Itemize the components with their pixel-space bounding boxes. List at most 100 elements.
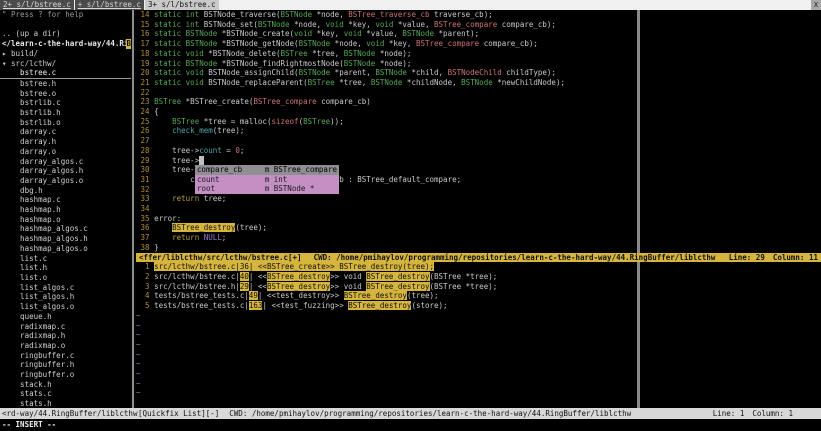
code-text: BSTree — [172, 117, 199, 126]
quickfix-row-2[interactable]: 2 src/lcthw/bstree.c|40| <<BSTree_destro… — [136, 272, 821, 282]
code-text: void — [344, 29, 362, 38]
tree-item[interactable]: list.o — [0, 273, 131, 283]
code-line-20[interactable]: 20 static void BSTNode_assignChild(BSTNo… — [136, 68, 821, 78]
tree-item[interactable]: darray.h — [0, 137, 131, 147]
tree-item[interactable]: list_algos.o — [0, 302, 131, 312]
code-text: BSTree — [281, 49, 308, 58]
tree-item[interactable]: dbg.h — [0, 186, 131, 196]
tree-item[interactable]: radixmap.h — [0, 331, 131, 341]
code-text: *BSTNode_findRightmostNode( — [217, 59, 343, 68]
tree-item[interactable]: bstrlib.c — [0, 98, 131, 108]
tree-item[interactable]: hashmap.h — [0, 205, 131, 215]
tree-item[interactable]: radixmap.o — [0, 341, 131, 351]
tree-item[interactable]: bstree.h — [0, 79, 131, 89]
quickfix-row-4[interactable]: 4 tests/bstree_tests.c|49| <<test_destro… — [136, 291, 821, 301]
quickfix-text: tests/bstree_tests.c| — [154, 301, 249, 310]
code-text: static void — [154, 49, 204, 58]
line-number: 22 — [136, 88, 154, 97]
code-line-28[interactable]: 28 tree->count = 0; — [136, 146, 821, 156]
quickfix-lnum: 163 — [249, 301, 263, 310]
tree-item[interactable]: stack.h — [0, 380, 131, 390]
tree-item[interactable]: bstrlib.o — [0, 118, 131, 128]
tree-item[interactable]: hashmap_algos.h — [0, 234, 131, 244]
code-line-14[interactable]: 14 static int BSTNode_traverse(BSTNode *… — [136, 10, 821, 20]
quickfix-row-1[interactable]: 1 src/lcthw/bstree.c|36| <<BSTree_create… — [136, 262, 821, 272]
tree-item[interactable]: .. (up a dir) — [0, 29, 131, 39]
code-line-38[interactable]: 38 } — [136, 243, 821, 253]
code-line-27[interactable]: 27 — [136, 136, 821, 146]
tab-1[interactable]: 2+ s/l/bstree.c — [0, 0, 74, 10]
tree-item[interactable]: queue.h — [0, 312, 131, 322]
code-line-36[interactable]: 36 BSTree_destroy(tree); — [136, 223, 821, 233]
code-line-26[interactable]: 26 check_mem(tree); — [136, 126, 821, 136]
tree-item[interactable]: bstree.o — [0, 89, 131, 99]
tree-item[interactable]: hashmap.c — [0, 195, 131, 205]
code-line-33[interactable]: 33 return tree; — [136, 194, 821, 204]
tree-item[interactable]: list_algos.h — [0, 292, 131, 302]
code-text: static int — [154, 10, 204, 19]
code-text: BSTNodeChild — [448, 68, 502, 77]
quickfix-row-3[interactable]: 3 src/lcthw/bstree.h|29| <<BSTree_destro… — [136, 282, 821, 292]
code-text: BSTree_compare — [434, 20, 497, 29]
tree-item[interactable]: ringbuffer.h — [0, 360, 131, 370]
tree-item[interactable]: darray_algos.h — [0, 166, 131, 176]
tree-item[interactable]: radixmap.c — [0, 322, 131, 332]
code-text: return — [172, 233, 199, 242]
code-line-19[interactable]: 19 static BSTNode *BSTNode_findRightmost… — [136, 59, 821, 69]
code-line-37[interactable]: 37 return NULL; — [136, 233, 821, 243]
tree-item[interactable]: bstrlib.h — [0, 108, 131, 118]
code-line-35[interactable]: 35 error: — [136, 214, 821, 224]
tree-item[interactable]: bstree.c — [0, 68, 131, 79]
tree-item[interactable]: hashmap_algos.o — [0, 244, 131, 254]
code-line-15[interactable]: 15 static int BSTNode_set(BSTNode *node,… — [136, 20, 821, 30]
code-line-16[interactable]: 16 static BSTNode *BSTNode_create(void *… — [136, 29, 821, 39]
code-text: static void — [154, 68, 208, 77]
tilde-marker: ~ — [136, 388, 141, 397]
tree-item[interactable]: ▸ build/ — [0, 49, 131, 59]
tree-item[interactable]: list_algos.c — [0, 283, 131, 293]
code-line-24[interactable]: 24 { — [136, 107, 821, 117]
line-number: 27 — [136, 136, 154, 145]
code-text: *BSTree_create( — [181, 97, 253, 106]
completion-item-root[interactable]: root m BSTNode * — [195, 184, 339, 194]
tree-item[interactable]: ringbuffer.c — [0, 351, 131, 361]
code-text: childType); — [502, 68, 556, 77]
tab-2[interactable]: + s/l/bstree.c — [75, 0, 144, 10]
code-text — [154, 223, 172, 232]
code-line-34[interactable]: 34 — [136, 204, 821, 214]
completion-item-compare_cb[interactable]: compare_cb m BSTree_compare — [195, 165, 339, 175]
completion-item-count[interactable]: count m int — [195, 175, 339, 185]
code-line-29[interactable]: 29 tree-> — [136, 156, 821, 166]
tree-item[interactable]: hashmap.o — [0, 215, 131, 225]
tab-close-button[interactable]: X — [811, 0, 821, 10]
code-text: *node); — [375, 59, 411, 68]
code-line-21[interactable]: 21 static void BSTNode_replaceParent(BST… — [136, 78, 821, 88]
code-line-18[interactable]: 18 static void *BSTNode_delete(BSTree *t… — [136, 49, 821, 59]
tree-item[interactable]: darray.o — [0, 147, 131, 157]
statusline-active: <ffer/liblcthw/src/lcthw/bstree.c[+] CWD… — [136, 253, 821, 263]
code-line-23[interactable]: 23 BSTree *BSTree_create(BSTree_compare … — [136, 97, 821, 107]
code-line-25[interactable]: 25 BSTree *tree = malloc(sizeof(BSTree))… — [136, 117, 821, 127]
tree-item[interactable]: ringbuffer.o — [0, 370, 131, 380]
tree-item[interactable]: darray_algos.c — [0, 157, 131, 167]
tree-item[interactable]: hashmap_algos.c — [0, 224, 131, 234]
tree-item[interactable]: stats.h — [0, 399, 131, 408]
tree-item[interactable]: list.c — [0, 254, 131, 264]
tree-item[interactable]: darray_algos.o — [0, 176, 131, 186]
tree-item[interactable]: stats.c — [0, 389, 131, 399]
tree-item[interactable]: list.h — [0, 263, 131, 273]
code-line-17[interactable]: 17 static BSTNode *BSTNode_getNode(BSTNo… — [136, 39, 821, 49]
tab-3[interactable]: 3+ s/l/bstree.c — [145, 0, 219, 10]
code-line-22[interactable]: 22 — [136, 88, 821, 98]
code-text: BSTree_traverse_cb — [348, 10, 429, 19]
code-text: compare_cb) — [317, 97, 371, 106]
tree-item[interactable]: ▾ src/lcthw/ — [0, 59, 131, 69]
code-text: void — [326, 20, 344, 29]
tilde-marker: ~ — [136, 379, 141, 388]
code-text: *node); — [375, 49, 411, 58]
code-text: tree- — [154, 165, 195, 174]
tree-item[interactable]: darray.c — [0, 127, 131, 137]
code-text: BSTNode — [281, 10, 313, 19]
quickfix-row-5[interactable]: 5 tests/bstree_tests.c|163| <<test_fuzzi… — [136, 301, 821, 311]
tree-root-path[interactable]: </learn-c-the-hard-way/44.RingB — [0, 39, 131, 49]
